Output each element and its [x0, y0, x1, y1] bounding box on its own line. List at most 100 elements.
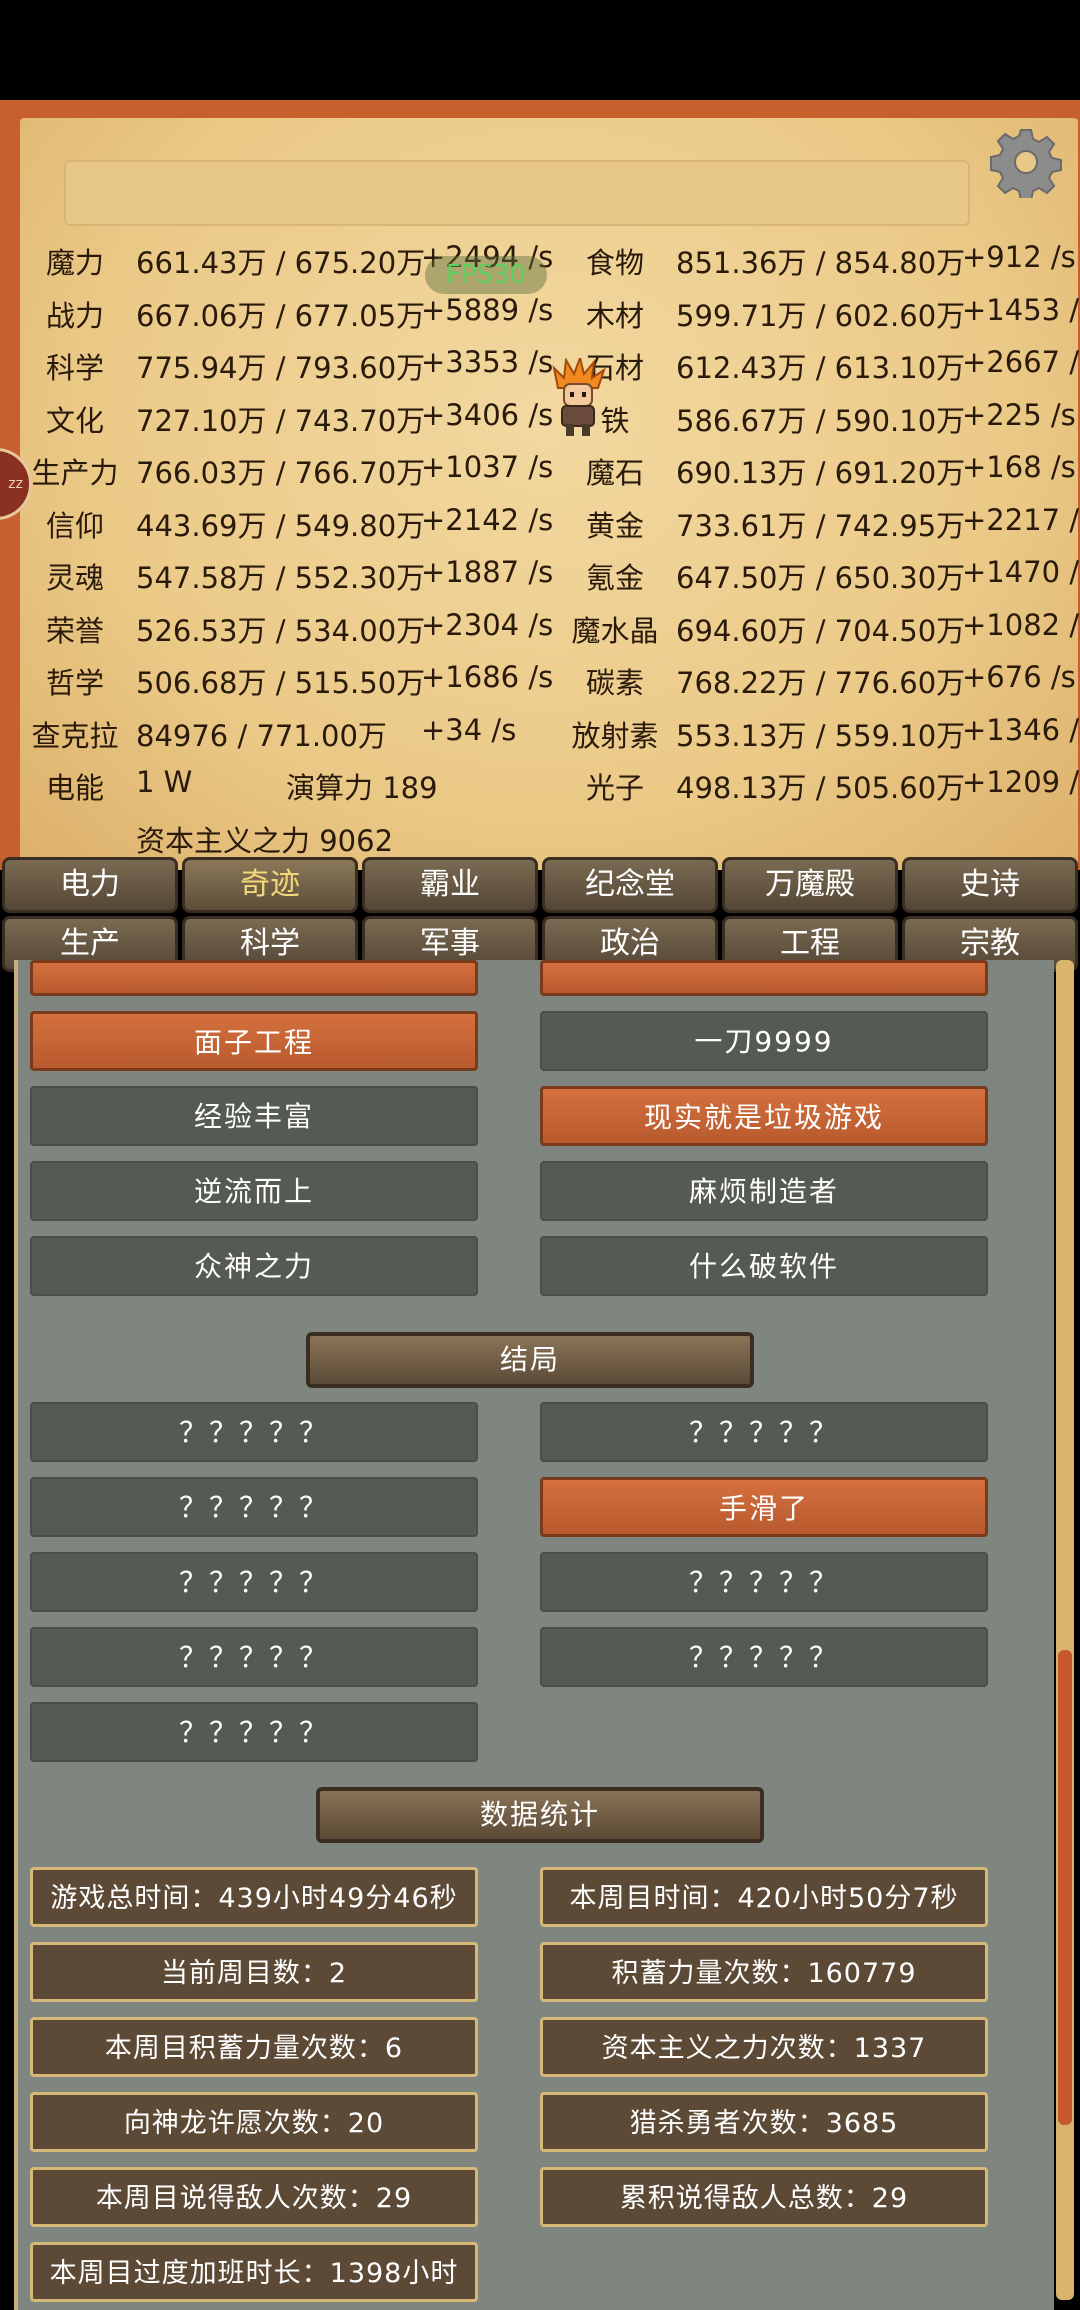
ending-button[interactable]: ？？？？？	[540, 1552, 988, 1612]
resource-rate: +1082 /s	[962, 608, 1080, 642]
resource-name: 科学	[45, 351, 104, 385]
achievement-button-partial[interactable]	[540, 960, 988, 996]
resource-value: 667.06万 / 677.05万	[136, 299, 426, 333]
compute-value: 演算力 189	[286, 771, 438, 805]
tab-2[interactable]: 奇迹	[182, 857, 358, 913]
resource-rate: +2304 /s	[421, 608, 554, 642]
stat-field: 积蓄力量次数：160779	[540, 1942, 988, 2002]
scrollbar-thumb[interactable]	[1058, 1650, 1072, 2125]
resource-value: 766.03万 / 766.70万	[136, 456, 426, 490]
resource-value: 768.22万 / 776.60万	[676, 666, 966, 700]
resource-name: 碳素	[585, 666, 644, 700]
resource-rate: +168 /s	[962, 450, 1076, 484]
resource-value: 506.68万 / 515.50万	[136, 666, 426, 700]
resource-name: 文化	[45, 404, 104, 438]
tab-6[interactable]: 史诗	[902, 857, 1078, 913]
stats-header[interactable]: 数据统计	[316, 1787, 764, 1843]
resource-value: 586.67万 / 590.10万	[676, 404, 966, 438]
tab-5[interactable]: 万魔殿	[722, 857, 898, 913]
resource-value: 727.10万 / 743.70万	[136, 404, 426, 438]
status-bar-area	[0, 0, 1080, 100]
resource-name: 荣誉	[45, 614, 104, 648]
resource-value: 84976 / 771.00万	[136, 719, 387, 753]
resource-value: 694.60万 / 704.50万	[676, 614, 966, 648]
resource-name: 光子	[585, 771, 644, 805]
resource-value: 851.36万 / 854.80万	[676, 246, 966, 280]
resource-name: 生产力	[31, 456, 119, 490]
resource-name: 木材	[585, 299, 644, 333]
resource-rate: +676 /s	[962, 660, 1076, 694]
achievement-button[interactable]: 麻烦制造者	[540, 1161, 988, 1221]
resource-value: 498.13万 / 505.60万	[676, 771, 966, 805]
achievement-button[interactable]: 什么破软件	[540, 1236, 988, 1296]
resource-name: 魔石	[585, 456, 644, 490]
resource-value: 661.43万 / 675.20万	[136, 246, 426, 280]
resource-name: 放射素	[571, 719, 659, 753]
resource-name: 信仰	[45, 509, 104, 543]
resource-name: 食物	[585, 246, 644, 280]
resource-value: 775.94万 / 793.60万	[136, 351, 426, 385]
resource-value: 612.43万 / 613.10万	[676, 351, 966, 385]
resource-rate: +1470 /s	[962, 555, 1080, 589]
resource-rate: +225 /s	[962, 398, 1076, 432]
resource-value: 553.13万 / 559.10万	[676, 719, 966, 753]
tab-3[interactable]: 霸业	[362, 857, 538, 913]
resource-name: 战力	[45, 299, 104, 333]
resource-rate: +2667 /s	[962, 345, 1080, 379]
stat-field: 猎杀勇者次数：3685	[540, 2092, 988, 2152]
resource-name: 黄金	[585, 509, 644, 543]
tab-4[interactable]: 纪念堂	[542, 857, 718, 913]
resource-name: 查克拉	[31, 719, 119, 753]
fps-counter: FPS30	[425, 256, 547, 294]
ending-button[interactable]: ？？？？？	[30, 1552, 478, 1612]
resource-name: 氪金	[585, 561, 644, 595]
gear-icon[interactable]	[990, 126, 1062, 198]
ending-button[interactable]: ？？？？？	[540, 1402, 988, 1462]
resource-panel	[20, 118, 1078, 870]
stat-field: 本周目积蓄力量次数：6	[30, 2017, 478, 2077]
resource-value: 547.58万 / 552.30万	[136, 561, 426, 595]
stat-field: 游戏总时间：439小时49分46秒	[30, 1867, 478, 1927]
tab-1[interactable]: 电力	[2, 857, 178, 913]
resource-rate: +1346 /s	[962, 713, 1080, 747]
achievement-button[interactable]: 一刀9999	[540, 1011, 988, 1071]
endings-header[interactable]: 结局	[306, 1332, 754, 1388]
stat-field: 本周目过度加班时长：1398小时	[30, 2242, 478, 2302]
achievement-button-partial[interactable]	[30, 960, 478, 996]
ending-button[interactable]: ？？？？？	[30, 1477, 478, 1537]
stat-field: 本周目说得敌人次数：29	[30, 2167, 478, 2227]
resource-rate: +5889 /s	[421, 293, 554, 327]
achievement-button[interactable]: 经验丰富	[30, 1086, 478, 1146]
power-name: 电能	[45, 771, 104, 805]
resource-rate: +34 /s	[421, 713, 517, 747]
ending-button[interactable]: 手滑了	[540, 1477, 988, 1537]
resource-rate: +1686 /s	[421, 660, 554, 694]
name-bar[interactable]	[64, 160, 970, 226]
resource-rate: +2142 /s	[421, 503, 554, 537]
resource-rate: +1453 /s	[962, 293, 1080, 327]
resource-value: 526.53万 / 534.00万	[136, 614, 426, 648]
resource-rate: +2217 /s	[962, 503, 1080, 537]
ending-button[interactable]: ？？？？？	[30, 1627, 478, 1687]
resource-rate: +3353 /s	[421, 345, 554, 379]
stat-field: 向神龙许愿次数：20	[30, 2092, 478, 2152]
resource-value: 690.13万 / 691.20万	[676, 456, 966, 490]
resource-name: 哲学	[45, 666, 104, 700]
achievement-button[interactable]: 现实就是垃圾游戏	[540, 1086, 988, 1146]
capital-value: 资本主义之力 9062	[136, 824, 394, 858]
ending-button[interactable]: ？？？？？	[30, 1402, 478, 1462]
achievement-button[interactable]: 逆流而上	[30, 1161, 478, 1221]
resource-value: 733.61万 / 742.95万	[676, 509, 966, 543]
hero-sprite[interactable]	[548, 358, 608, 438]
achievement-button[interactable]: 众神之力	[30, 1236, 478, 1296]
resource-value: 599.71万 / 602.60万	[676, 299, 966, 333]
power-value: 1 W	[136, 765, 193, 799]
resource-rate: +3406 /s	[421, 398, 554, 432]
resource-rate: +1887 /s	[421, 555, 554, 589]
achievement-button[interactable]: 面子工程	[30, 1011, 478, 1071]
resource-value: 647.50万 / 650.30万	[676, 561, 966, 595]
resource-name: 魔力	[45, 246, 104, 280]
ending-button[interactable]: ？？？？？	[540, 1627, 988, 1687]
ending-button[interactable]: ？？？？？	[30, 1702, 478, 1762]
resource-rate: +1037 /s	[421, 450, 554, 484]
